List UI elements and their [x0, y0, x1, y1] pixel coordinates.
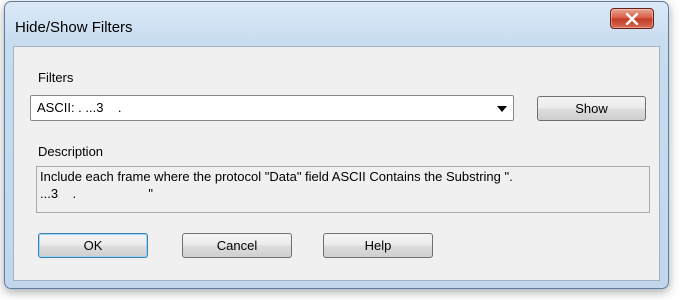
filters-selected-value: ASCII: . ...3 .: [37, 100, 122, 115]
filters-dropdown[interactable]: ASCII: . ...3 .: [30, 95, 514, 121]
show-button[interactable]: Show: [537, 96, 646, 121]
description-text: Include each frame where the protocol "D…: [36, 166, 650, 213]
chevron-down-icon: [497, 106, 507, 112]
help-button[interactable]: Help: [323, 233, 433, 258]
cancel-button[interactable]: Cancel: [182, 233, 292, 258]
description-label: Description: [38, 144, 104, 159]
ok-button[interactable]: OK: [38, 233, 148, 258]
filters-label: Filters: [38, 70, 74, 85]
window-title: Hide/Show Filters: [15, 19, 133, 36]
close-button[interactable]: [610, 8, 654, 29]
title-bar[interactable]: Hide/Show Filters: [5, 2, 668, 36]
close-icon: [625, 12, 639, 25]
